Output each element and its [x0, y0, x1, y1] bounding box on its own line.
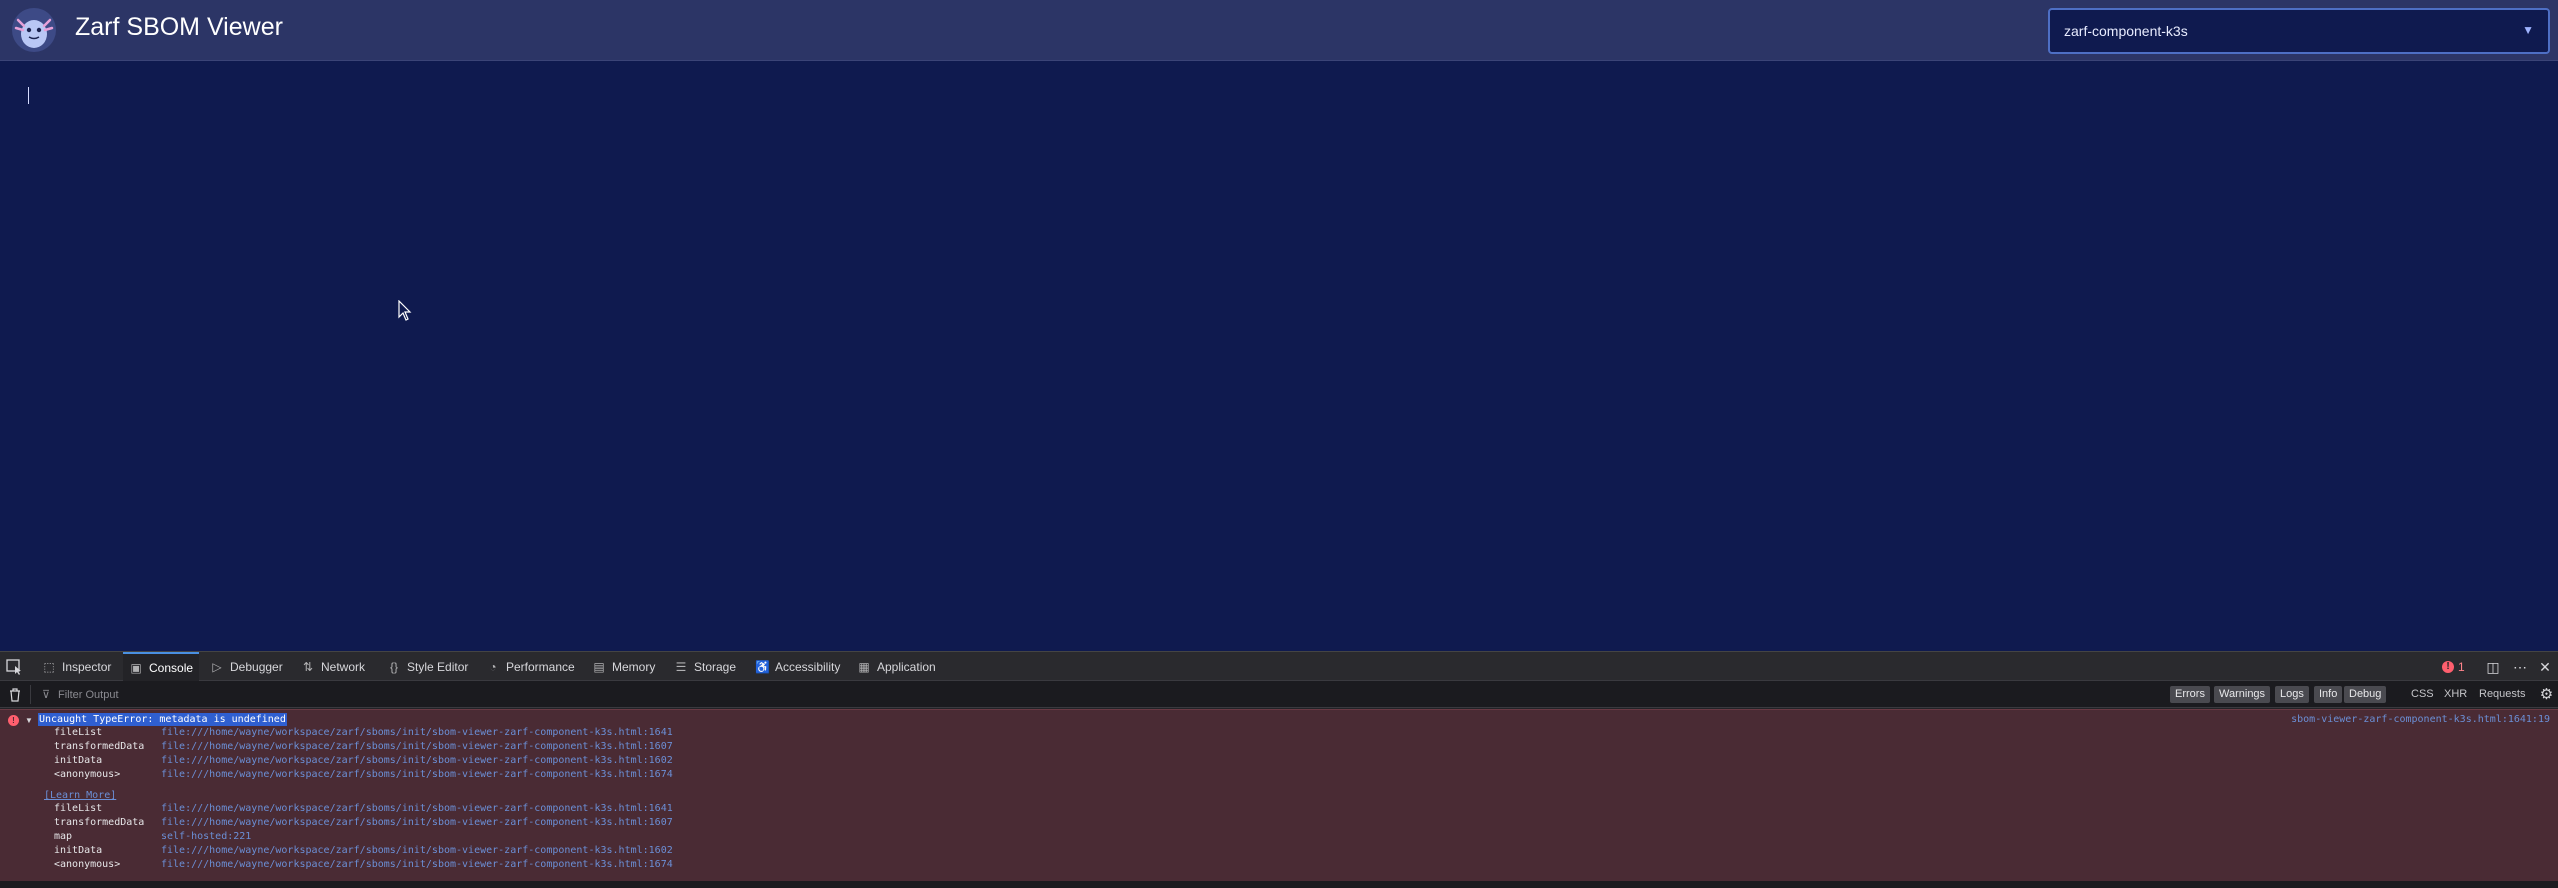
- frame-function: <anonymous>: [54, 769, 121, 780]
- divider: [30, 685, 31, 704]
- error-count: 1: [2458, 660, 2465, 674]
- mouse-pointer-icon: [398, 300, 412, 321]
- stack-frame: initData file:///home/wayne/workspace/za…: [0, 844, 900, 858]
- error-source-link[interactable]: sbom-viewer-zarf-component-k3s.html:1641…: [2291, 713, 2550, 726]
- tab-style-editor[interactable]: {} Style Editor: [381, 652, 474, 681]
- stack-frame: fileList file:///home/wayne/workspace/za…: [0, 726, 900, 740]
- frame-location-link[interactable]: self-hosted:221: [161, 830, 251, 844]
- stack-frame: transformedData file:///home/wayne/works…: [0, 740, 900, 754]
- frame-function: initData: [54, 845, 103, 856]
- chevron-down-icon: ▼: [2522, 23, 2534, 37]
- stack-frame: <anonymous> file:///home/wayne/workspace…: [0, 858, 900, 872]
- performance-icon: ◔: [489, 659, 497, 674]
- frame-function: fileList: [54, 727, 103, 738]
- filter-xhr-button[interactable]: XHR: [2444, 686, 2467, 703]
- inspector-icon: ⬚: [43, 659, 55, 674]
- app-title: Zarf SBOM Viewer: [75, 13, 283, 41]
- stack-frame: transformedData file:///home/wayne/works…: [0, 816, 900, 830]
- tab-label: Console: [149, 660, 194, 675]
- learn-more-link[interactable]: [Learn More]: [44, 789, 116, 803]
- stack-frame: map self-hosted:221: [0, 830, 900, 844]
- zarf-axolotl-logo-icon: [12, 8, 56, 52]
- style-editor-icon: {}: [389, 659, 398, 674]
- tab-application[interactable]: ▦ Application: [851, 652, 942, 681]
- tab-storage[interactable]: ☰ Storage: [668, 652, 742, 681]
- frame-location-link[interactable]: file:///home/wayne/workspace/zarf/sboms/…: [161, 858, 673, 872]
- more-options-icon[interactable]: ⋯: [2512, 659, 2528, 675]
- stack-frame: fileList file:///home/wayne/workspace/za…: [0, 802, 900, 816]
- tab-label: Storage: [694, 659, 737, 674]
- tab-console[interactable]: ▣ Console: [123, 652, 200, 681]
- network-icon: ⇅: [302, 659, 314, 674]
- tab-memory[interactable]: ▤ Memory: [586, 652, 661, 681]
- main-content: [0, 62, 2558, 651]
- console-input-strip[interactable]: [0, 881, 2558, 888]
- tab-network[interactable]: ⇅ Network: [295, 652, 371, 681]
- tab-label: Application: [877, 659, 936, 674]
- tab-debugger[interactable]: ▷ Debugger: [204, 652, 289, 681]
- frame-location-link[interactable]: file:///home/wayne/workspace/zarf/sboms/…: [161, 754, 673, 768]
- frame-location-link[interactable]: file:///home/wayne/workspace/zarf/sboms/…: [161, 844, 673, 858]
- debugger-icon: ▷: [212, 659, 222, 674]
- storage-icon: ☰: [675, 659, 687, 674]
- frame-location-link[interactable]: file:///home/wayne/workspace/zarf/sboms/…: [161, 726, 673, 740]
- frame-location-link[interactable]: file:///home/wayne/workspace/zarf/sboms/…: [161, 816, 673, 830]
- frame-function: <anonymous>: [54, 859, 121, 870]
- tab-label: Performance: [506, 659, 575, 674]
- error-count-badge[interactable]: ! 1: [2442, 660, 2465, 674]
- console-icon: ▣: [130, 660, 142, 675]
- gear-icon[interactable]: ⚙: [2538, 686, 2555, 703]
- tab-label: Inspector: [62, 659, 112, 674]
- frame-function: fileList: [54, 803, 103, 814]
- tab-label: Accessibility: [775, 659, 841, 674]
- frame-function: initData: [54, 755, 103, 766]
- memory-icon: ▤: [593, 659, 605, 674]
- close-icon[interactable]: ✕: [2537, 659, 2553, 675]
- component-select[interactable]: zarf-component-k3s ▼: [2048, 8, 2550, 54]
- console-output: ! ▼ Uncaught TypeError: metadata is unde…: [0, 709, 2558, 881]
- error-icon: !: [8, 715, 19, 726]
- filter-css-button[interactable]: CSS: [2411, 686, 2434, 703]
- filter-warnings-button[interactable]: Warnings: [2214, 686, 2271, 703]
- text-caret: [28, 87, 29, 104]
- filter-logs-button[interactable]: Logs: [2275, 686, 2309, 703]
- tab-label: Network: [321, 659, 366, 674]
- accessibility-icon: ♿: [755, 659, 770, 674]
- trash-icon[interactable]: [8, 687, 22, 702]
- tab-label: Memory: [612, 659, 656, 674]
- frame-location-link[interactable]: file:///home/wayne/workspace/zarf/sboms/…: [161, 740, 673, 754]
- filter-debug-button[interactable]: Debug: [2344, 686, 2387, 703]
- devtools-panel: ⬚ Inspector ▣ Console ▷ Debugger ⇅ Netwo…: [0, 651, 2558, 888]
- tab-accessibility[interactable]: ♿ Accessibility: [749, 652, 846, 681]
- application-icon: ▦: [858, 659, 870, 674]
- stack-frame: <anonymous> file:///home/wayne/workspace…: [0, 768, 900, 782]
- app-header: Zarf SBOM Viewer zarf-component-k3s ▼: [0, 0, 2558, 61]
- stack-frame: initData file:///home/wayne/workspace/za…: [0, 754, 900, 768]
- dock-side-icon[interactable]: ◫: [2485, 659, 2501, 675]
- filter-requests-button[interactable]: Requests: [2479, 686, 2525, 703]
- filter-errors-button[interactable]: Errors: [2170, 686, 2210, 703]
- tab-label: Debugger: [230, 659, 283, 674]
- chevron-down-icon[interactable]: ▼: [25, 716, 33, 725]
- filter-output-input[interactable]: [38, 685, 598, 704]
- tab-label: Style Editor: [407, 659, 469, 674]
- error-icon: !: [2442, 661, 2454, 673]
- error-message[interactable]: Uncaught TypeError: metadata is undefine…: [38, 713, 287, 726]
- element-picker-icon[interactable]: [6, 659, 24, 675]
- component-select-value: zarf-component-k3s: [2064, 23, 2188, 39]
- tab-inspector[interactable]: ⬚ Inspector: [36, 652, 117, 681]
- console-filter-bar: ⊽ Errors Warnings Logs Info Debug CSS XH…: [0, 681, 2558, 708]
- frame-function: transformedData: [54, 817, 145, 828]
- frame-function: map: [54, 831, 73, 842]
- frame-location-link[interactable]: file:///home/wayne/workspace/zarf/sboms/…: [161, 768, 673, 782]
- frame-function: transformedData: [54, 741, 145, 752]
- tab-performance[interactable]: ◔ Performance: [480, 652, 581, 681]
- frame-location-link[interactable]: file:///home/wayne/workspace/zarf/sboms/…: [161, 802, 673, 816]
- filter-info-button[interactable]: Info: [2314, 686, 2343, 703]
- devtools-toolbar: ⬚ Inspector ▣ Console ▷ Debugger ⇅ Netwo…: [0, 651, 2558, 681]
